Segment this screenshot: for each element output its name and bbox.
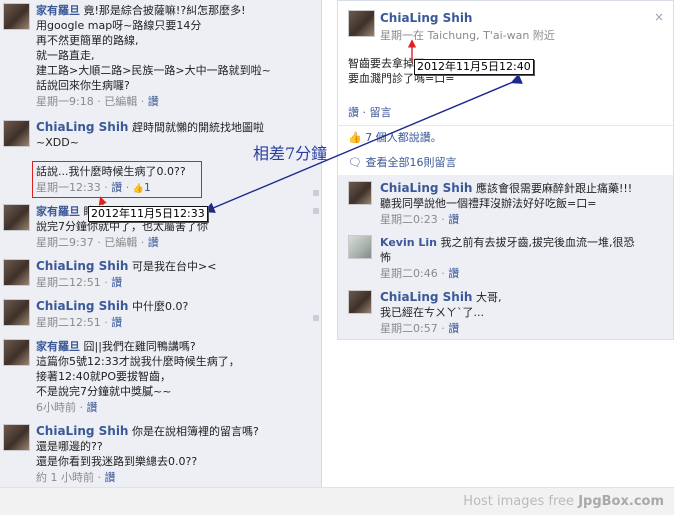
avatar[interactable] (348, 235, 372, 259)
comment-text: 竟!那是綜合披薩嘛!?糾怎那麼多! (80, 4, 246, 17)
avatar[interactable] (348, 290, 372, 314)
avatar[interactable] (348, 181, 372, 205)
avatar[interactable] (3, 204, 30, 231)
watermark-prefix: Host images free (463, 494, 579, 509)
comment-time[interactable]: 星期一9:18 (36, 95, 94, 108)
comment-bubble-icon: 🗨 (348, 156, 362, 169)
avatar[interactable] (3, 259, 30, 286)
post-header: ChiaLing Shih 星期一在 Taichung, T'ai-wan 附近 (348, 10, 668, 45)
divider (338, 125, 673, 126)
like-link[interactable]: 讚 (448, 267, 459, 280)
post-time[interactable]: 星期一在 Taichung, T'ai-wan 附近 (380, 27, 555, 43)
comment-line: 建工路>大順二路>民族一路>大中一路就到啦~ (36, 64, 271, 77)
comment-author[interactable]: ChiaLing Shih (36, 259, 128, 273)
edited-label[interactable]: 已編輯 (104, 95, 137, 108)
like-link[interactable]: 讚 (105, 471, 116, 484)
comment-author[interactable]: Kevin Lin (380, 236, 437, 249)
comment-text: 你是在說相簿裡的留言嗎? (128, 425, 259, 438)
timestamp-tooltip-left: 2012年11月5日12:33 (88, 206, 208, 222)
comment-author[interactable]: ChiaLing Shih (380, 290, 472, 304)
post-actions[interactable]: 讚 · 留言 (348, 104, 392, 120)
comment-line: 這篇你5號12:33才說我什麼時候生病了， (36, 355, 240, 368)
like-count[interactable]: 1 (144, 181, 151, 194)
like-link[interactable]: 讚 (87, 401, 98, 414)
close-icon[interactable]: × (654, 10, 664, 24)
like-link[interactable]: 讚 (448, 322, 459, 335)
comment-thread-left: 家有羅旦 竟!那是綜合披薩嘛!?糾怎那麼多! 用google map呀~路線只要… (0, 0, 322, 487)
image-host-footer: Host images free JpgBox.com (0, 487, 674, 515)
thumbs-up-icon: 👍 (132, 184, 144, 194)
comment-time[interactable]: 星期二9:37 (36, 236, 94, 249)
watermark: Host images free JpgBox.com (463, 494, 664, 509)
watermark-brand[interactable]: JpgBox.com (578, 494, 664, 509)
view-all-text[interactable]: 查看全部16則留言 (365, 156, 456, 169)
comment-author[interactable]: 家有羅旦 (36, 4, 80, 17)
like-link[interactable]: 讚 (111, 276, 122, 289)
likes-text[interactable]: 7 個人都說讚。 (365, 131, 442, 144)
view-all-comments[interactable]: 🗨 查看全部16則留言 (348, 154, 456, 170)
comment-text: 囧||我們在雞同鴨講嗎? (80, 340, 196, 353)
comment-author[interactable]: 家有羅旦 (36, 205, 80, 218)
comment-line: 話說回來你生病囉? (36, 79, 130, 92)
comment-text: 可是我在台中>< (128, 260, 217, 273)
like-link[interactable]: 讚 (111, 181, 122, 194)
comment-line: 我已經在ㄘㄨㄚˋ了... (380, 306, 484, 319)
comment-line: 再不然更簡單的路線, (36, 34, 139, 47)
likes-summary[interactable]: 👍 7 個人都說讚。 (348, 129, 442, 145)
comment-time[interactable]: 星期二0:57 (380, 322, 438, 335)
comment-line: 用google map呀~路線只要14分 (36, 19, 202, 32)
comment-line: 接著12:40就PO要拔智齒， (36, 370, 171, 383)
post-author[interactable]: ChiaLing Shih (380, 11, 472, 25)
comment-text: 應該會很需要麻醉針跟止痛藥!!! (472, 182, 633, 195)
comment-line: 不是說完7分鐘就中獎膩~~ (36, 385, 172, 398)
comment-author[interactable]: ChiaLing Shih (380, 181, 472, 195)
avatar[interactable] (3, 299, 30, 326)
timestamp-tooltip-right: 2012年11月5日12:40 (414, 59, 534, 75)
post-comments: ChiaLing Shih 應該會很需要麻醉針跟止痛藥!!! 聽我同學說他一個禮… (338, 175, 673, 339)
time-difference-label: 相差7分鐘 (253, 144, 328, 163)
comment-time[interactable]: 星期一12:33 (36, 181, 101, 194)
thumbs-up-icon: 👍 (348, 131, 362, 144)
scroll-marker (313, 208, 319, 214)
comment-line: 就一路直走, (36, 49, 95, 62)
like-link[interactable]: 讚 (148, 95, 159, 108)
comment-text: 中什麼0.0? (128, 300, 189, 313)
comment-author[interactable]: 家有羅旦 (36, 340, 80, 353)
comment-line: 還是你看到我迷路到樂總去0.0?? (36, 455, 198, 468)
comment-time[interactable]: 星期二0:23 (380, 213, 438, 226)
avatar[interactable] (3, 339, 30, 366)
comment-time[interactable]: 星期二12:51 (36, 316, 101, 329)
comment-text: 大哥, (472, 291, 502, 304)
comment-time[interactable]: 約 1 小時前 (36, 471, 94, 484)
like-link[interactable]: 讚 (448, 213, 459, 226)
highlighted-comment: 話說...我什麼時候生病了0.0?? 星期一12:33 · 讚 · 👍1 (36, 164, 201, 197)
avatar[interactable] (3, 3, 30, 30)
comment-author[interactable]: ChiaLing Shih (36, 299, 128, 313)
avatar[interactable] (3, 424, 30, 451)
comment-time[interactable]: 星期二12:51 (36, 276, 101, 289)
scroll-marker (313, 190, 319, 196)
photo-post-panel: ChiaLing Shih 星期一在 Taichung, T'ai-wan 附近… (337, 0, 674, 340)
like-link[interactable]: 讚 (148, 236, 159, 249)
comment-time[interactable]: 6小時前 (36, 401, 76, 414)
comment-author[interactable]: ChiaLing Shih (36, 120, 128, 134)
avatar[interactable] (3, 120, 30, 147)
comment-line: 聽我同學說他一個禮拜沒辦法好好吃飯=口= (380, 197, 597, 210)
like-link[interactable]: 讚 (111, 316, 122, 329)
edited-label[interactable]: 已編輯 (104, 236, 137, 249)
avatar[interactable] (348, 10, 375, 37)
comment-author[interactable]: ChiaLing Shih (36, 424, 128, 438)
comment-time[interactable]: 星期二0:46 (380, 267, 438, 280)
highlight-text: 話說...我什麼時候生病了0.0?? (36, 165, 186, 178)
comment-text: 趕時間就懶的開統找地圖啦 (128, 121, 264, 134)
comment-line: 還是哪邊的?? (36, 440, 103, 453)
comment-text: 我之前有去拔牙齒,拔完後血流一堆,很恐 (437, 236, 635, 249)
scroll-marker (313, 315, 319, 321)
comment-line: 怖 (380, 251, 391, 264)
